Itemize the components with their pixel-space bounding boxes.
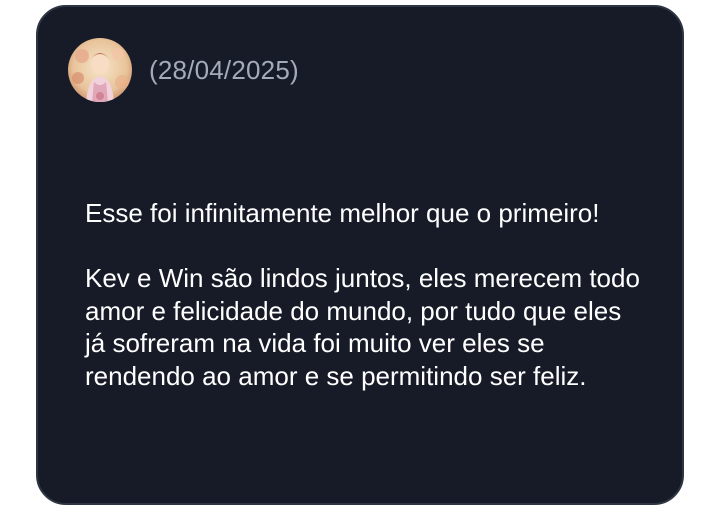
review-header: (28/04/2025) — [68, 38, 299, 102]
review-paragraph: Esse foi infinitamente melhor que o prim… — [85, 198, 600, 228]
avatar-illustration-icon — [68, 38, 132, 102]
avatar[interactable] — [68, 38, 132, 102]
review-card: (28/04/2025) Esse foi infinitamente melh… — [36, 5, 684, 505]
review-date: (28/04/2025) — [149, 54, 299, 85]
review-body: Esse foi infinitamente melhor que o prim… — [85, 197, 645, 392]
review-paragraph: Kev e Win são lindos juntos, eles merece… — [85, 263, 640, 391]
